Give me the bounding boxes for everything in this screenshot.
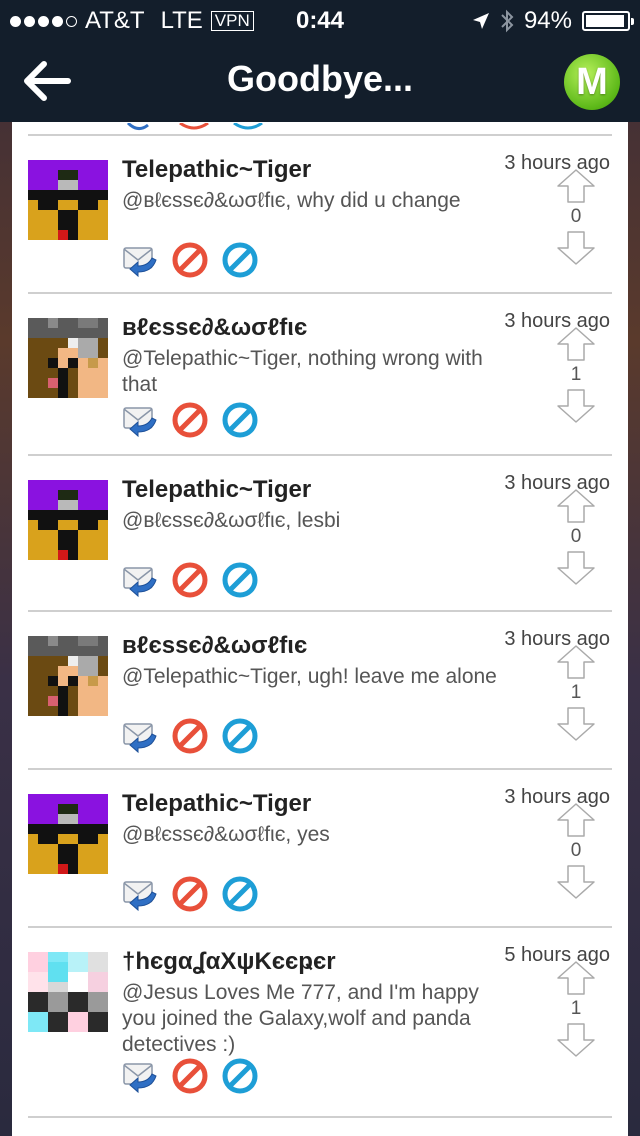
status-bar: AT&T LTE VPN 0:44 94%	[0, 0, 640, 40]
downvote-arrow-icon[interactable]	[556, 706, 596, 742]
upvote-arrow-icon[interactable]	[556, 802, 596, 838]
reply-envelope-icon[interactable]	[122, 1058, 158, 1094]
battery-percent: 94%	[523, 7, 572, 34]
comment-actions	[122, 718, 258, 754]
report-icon[interactable]	[222, 242, 258, 278]
comment-text: @ʙℓєѕѕє∂&ωσℓfιє, why did u change	[122, 189, 461, 212]
reply-envelope-icon[interactable]	[122, 562, 158, 598]
location-arrow-icon	[472, 13, 489, 29]
comment-text: @Telepathic~Tiger, nothing wrong with th…	[122, 347, 483, 396]
comment-item: Telepathic~Tiger 3 hours ago @ʙℓєѕѕє∂&ωσ…	[12, 456, 628, 612]
status-right: 94%	[472, 7, 634, 35]
vote-count: 0	[570, 526, 582, 547]
block-user-icon[interactable]	[172, 562, 208, 598]
battery-icon	[582, 11, 634, 31]
app-logo-icon[interactable]: M	[564, 54, 620, 110]
comment-item: Telepathic~Tiger 3 hours ago @ʙℓєѕѕє∂&ωσ…	[12, 136, 628, 294]
vote-control: 1	[556, 644, 596, 742]
avatar[interactable]	[28, 952, 108, 1032]
downvote-arrow-icon[interactable]	[556, 550, 596, 586]
avatar[interactable]	[28, 318, 108, 398]
comment-item: ʙℓєѕѕє∂&ωσℓfιє 3 hours ago @Telepathic~T…	[12, 294, 628, 456]
reply-envelope-icon[interactable]	[122, 718, 158, 754]
comment-text: @ʙℓєѕѕє∂&ωσℓfιє, lesbi	[122, 509, 341, 532]
vote-control: 1	[556, 960, 596, 1058]
comment-author[interactable]: ʙℓєѕѕє∂&ωσℓfιє	[122, 314, 307, 342]
report-icon[interactable]	[222, 1058, 258, 1094]
comment-item: Telepathic~Tiger 3 hours ago @ʙℓєѕѕє∂&ωσ…	[12, 770, 628, 928]
vote-count: 1	[570, 682, 582, 703]
comment-author[interactable]: Telepathic~Tiger	[122, 476, 311, 504]
block-user-icon[interactable]	[172, 402, 208, 438]
comment-actions	[122, 242, 258, 278]
report-icon[interactable]	[222, 876, 258, 912]
comment-item: †hєgαʆαXψKєєҏєr 5 hours ago @Jesus Loves…	[12, 928, 628, 1118]
comment-author[interactable]: ʙℓєѕѕє∂&ωσℓfιє	[122, 632, 307, 660]
avatar[interactable]	[28, 160, 108, 240]
upvote-arrow-icon[interactable]	[556, 644, 596, 680]
reply-envelope-icon[interactable]	[122, 242, 158, 278]
comment-author[interactable]: Telepathic~Tiger	[122, 156, 311, 184]
comment-actions	[122, 876, 258, 912]
block-user-icon[interactable]	[172, 718, 208, 754]
comment-text: @Telepathic~Tiger, ugh! leave me alone	[122, 665, 497, 688]
report-icon[interactable]	[222, 402, 258, 438]
report-icon[interactable]	[222, 562, 258, 598]
upvote-arrow-icon[interactable]	[556, 960, 596, 996]
report-icon[interactable]	[222, 718, 258, 754]
avatar[interactable]	[28, 480, 108, 560]
downvote-arrow-icon[interactable]	[556, 230, 596, 266]
upvote-arrow-icon[interactable]	[556, 326, 596, 362]
vote-count: 0	[570, 206, 582, 227]
comment-actions	[122, 402, 258, 438]
avatar[interactable]	[28, 794, 108, 874]
reply-envelope-icon[interactable]	[122, 876, 158, 912]
vote-control: 1	[556, 326, 596, 424]
comment-actions	[122, 562, 258, 598]
bluetooth-icon	[501, 9, 514, 33]
downvote-arrow-icon[interactable]	[556, 864, 596, 900]
block-user-icon[interactable]	[172, 242, 208, 278]
comment-item: ʙℓєѕѕє∂&ωσℓfιє 3 hours ago @Telepathic~T…	[12, 612, 628, 770]
comment-feed[interactable]: Telepathic~Tiger 3 hours ago @ʙℓєѕѕє∂&ωσ…	[12, 122, 628, 1136]
comment-text: @ʙℓєѕѕє∂&ωσℓfιє, yes	[122, 823, 330, 846]
block-user-icon[interactable]	[172, 876, 208, 912]
vote-control: 0	[556, 488, 596, 586]
comment-author[interactable]: Telepathic~Tiger	[122, 790, 311, 818]
divider	[28, 1116, 612, 1118]
avatar[interactable]	[28, 636, 108, 716]
downvote-arrow-icon[interactable]	[556, 388, 596, 424]
upvote-arrow-icon[interactable]	[556, 488, 596, 524]
vote-control: 0	[556, 802, 596, 900]
block-user-icon[interactable]	[172, 1058, 208, 1094]
vote-count: 1	[570, 998, 582, 1019]
vote-control: 0	[556, 168, 596, 266]
vote-count: 0	[570, 840, 582, 861]
page-title: Goodbye...	[226, 58, 413, 99]
vote-count: 1	[570, 364, 582, 385]
navigation-bar: Goodbye... M	[0, 40, 640, 122]
upvote-arrow-icon[interactable]	[556, 168, 596, 204]
comment-actions	[122, 1058, 258, 1094]
downvote-arrow-icon[interactable]	[556, 1022, 596, 1058]
comment-author[interactable]: †hєgαʆαXψKєєҏєr	[122, 948, 336, 976]
previous-comment-peek	[12, 122, 628, 134]
comment-text: @Jesus Loves Me 777, and I'm happy you j…	[122, 981, 479, 1056]
reply-envelope-icon[interactable]	[122, 402, 158, 438]
